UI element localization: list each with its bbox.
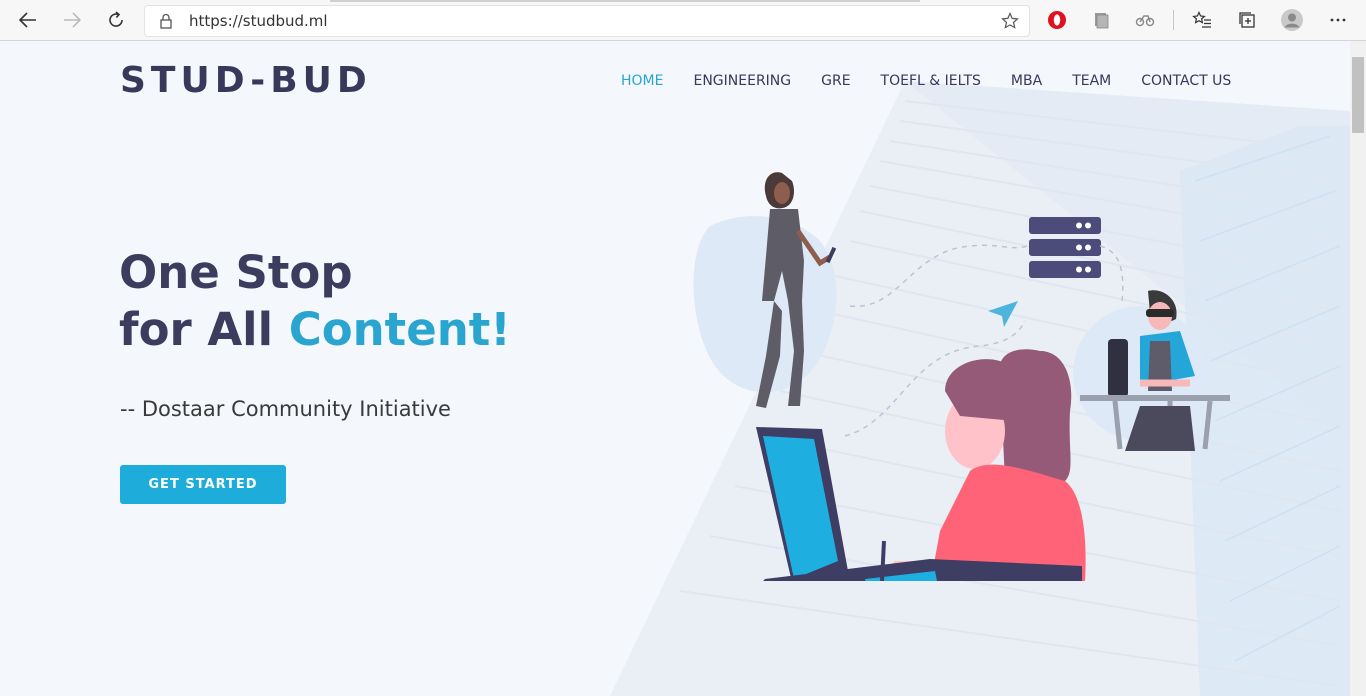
favorites-icon[interactable] [1190,8,1214,32]
refresh-button[interactable] [102,6,130,34]
headline-line-2: for All Content! [119,301,511,358]
nav-engineering[interactable]: ENGINEERING [693,73,791,89]
refresh-icon [109,11,123,27]
url-text[interactable]: https://studbud.ml [189,12,328,30]
arrow-left-icon [19,12,36,28]
profile-icon[interactable] [1280,8,1304,32]
forward-button[interactable] [58,6,86,34]
collections-icon[interactable] [1235,8,1259,32]
tab-strip [330,0,920,2]
nav-gre[interactable]: GRE [821,73,850,89]
scrollbar-thumb[interactable] [1352,57,1364,133]
opera-icon[interactable] [1045,8,1069,32]
star-icon[interactable] [1001,12,1019,30]
paper-plane-icon [988,301,1018,327]
toolbar-divider [1173,10,1174,30]
nav-team[interactable]: TEAM [1072,73,1111,89]
lock-icon [160,13,172,29]
nav-contact-us[interactable]: CONTACT US [1141,73,1231,89]
browser-toolbar: https://studbud.ml [0,0,1366,41]
page-scrollbar[interactable] [1350,41,1366,696]
main-nav: HOME ENGINEERING GRE TOEFL & IELTS MBA T… [621,73,1261,89]
get-started-button[interactable]: GET STARTED [120,465,286,504]
back-button[interactable] [14,6,42,34]
server-stack-icon [1029,217,1101,278]
nav-toefl-ielts[interactable]: TOEFL & IELTS [881,73,981,89]
extension-icon[interactable] [1089,8,1113,32]
arrow-right-icon [64,12,81,28]
dashed-flight-path [849,244,1029,307]
address-bar[interactable]: https://studbud.ml [144,5,1030,37]
hero-illustration [693,172,1230,581]
tracker-icon[interactable] [1133,8,1157,32]
nav-mba[interactable]: MBA [1011,73,1042,89]
headline-line-1: One Stop [119,246,353,299]
nav-home[interactable]: HOME [621,73,663,89]
page-viewport: STUD-BUD HOME ENGINEERING GRE TOEFL & IE… [0,41,1350,696]
hero-headline: One Stop for All Content! [119,244,511,358]
headline-prefix: for All [119,303,289,356]
headline-accent: Content! [288,303,511,356]
site-logo[interactable]: STUD-BUD [120,60,372,101]
more-icon[interactable] [1326,8,1350,32]
hero-tagline: -- Dostaar Community Initiative [120,397,451,421]
